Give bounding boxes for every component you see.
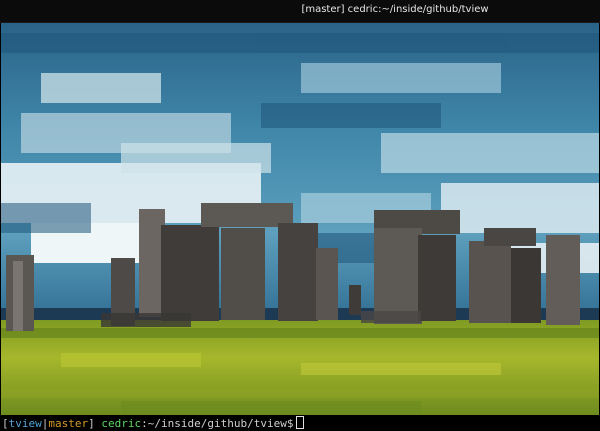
image-viewport <box>1 23 599 415</box>
prompt-symbol: $ <box>286 417 294 430</box>
prompt-path: ~/inside/github/tview <box>147 417 287 430</box>
prompt-branch: master <box>48 417 89 430</box>
prompt-user: cedric <box>101 417 142 430</box>
text-cursor[interactable] <box>296 416 305 429</box>
window-title: [master] cedric:~/inside/github/tview <box>301 4 489 15</box>
prompt-dir: tview <box>8 417 42 430</box>
prompt-colon: : <box>141 417 148 430</box>
stonehenge-image <box>1 23 599 415</box>
prompt-open-bracket: [ <box>2 417 9 430</box>
shell-prompt[interactable]: [tview|master] cedric:~/inside/github/tv… <box>0 416 600 431</box>
prompt-close-bracket: ] <box>88 417 95 430</box>
window-titlebar[interactable]: [master] cedric:~/inside/github/tview <box>0 0 600 23</box>
terminal-window: [ master] cedric:~/inside/github/tview [t… <box>0 0 600 431</box>
